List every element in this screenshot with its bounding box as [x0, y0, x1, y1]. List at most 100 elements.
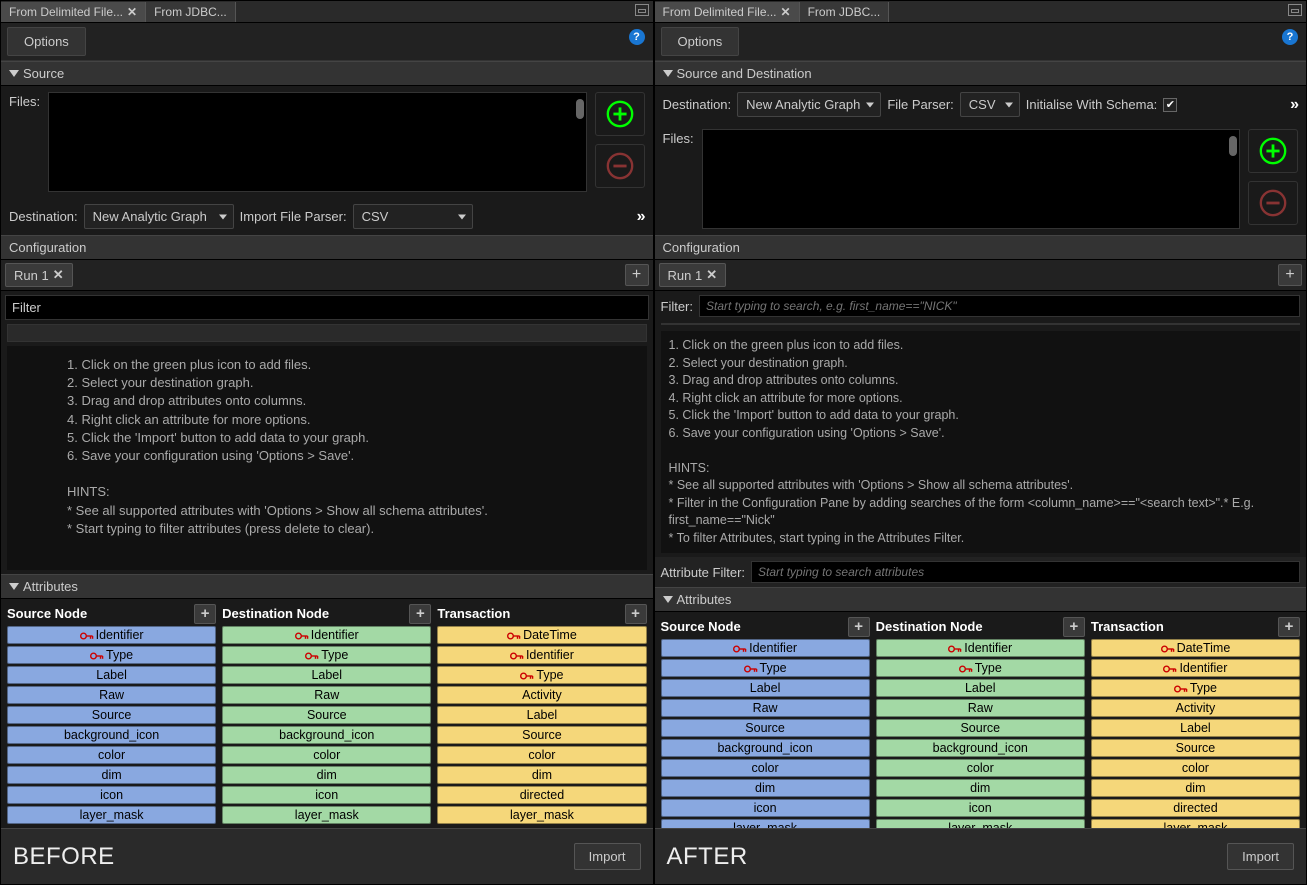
attribute-pill[interactable]: dim [7, 766, 216, 784]
attribute-pill[interactable]: Activity [437, 686, 646, 704]
filter-body[interactable] [7, 324, 647, 342]
attribute-filter-input[interactable] [751, 561, 1300, 583]
restore-window-icon[interactable] [635, 4, 649, 16]
attribute-pill[interactable]: dim [437, 766, 646, 784]
add-file-button[interactable] [1248, 129, 1298, 173]
attribute-pill[interactable]: Type [437, 666, 646, 684]
attribute-pill[interactable]: Label [661, 679, 870, 697]
close-icon[interactable]: ✕ [127, 5, 137, 19]
tab-jdbc[interactable]: From JDBC... [800, 2, 890, 22]
add-attribute-button[interactable]: + [409, 604, 431, 624]
attribute-pill[interactable]: Identifier [1091, 659, 1300, 677]
configuration-header[interactable]: Configuration [655, 235, 1307, 260]
attribute-pill[interactable]: color [7, 746, 216, 764]
attribute-pill[interactable]: layer_mask [1091, 819, 1300, 828]
attribute-pill[interactable]: DateTime [437, 626, 646, 644]
add-attribute-button[interactable]: + [1278, 617, 1300, 637]
attribute-pill[interactable]: Type [222, 646, 431, 664]
attribute-pill[interactable]: background_icon [661, 739, 870, 757]
add-file-button[interactable] [595, 92, 645, 136]
attribute-pill[interactable]: Source [437, 726, 646, 744]
expand-icon[interactable]: » [1290, 96, 1296, 114]
attributes-header[interactable]: Attributes [655, 587, 1307, 612]
attribute-pill[interactable]: Label [437, 706, 646, 724]
scroll-thumb[interactable] [576, 99, 584, 119]
tab-delimited[interactable]: From Delimited File...✕ [1, 2, 146, 22]
add-attribute-button[interactable]: + [194, 604, 216, 624]
filter-body[interactable] [661, 323, 1301, 325]
attribute-pill[interactable]: dim [1091, 779, 1300, 797]
expand-icon[interactable]: » [637, 208, 643, 226]
attribute-pill[interactable]: Label [1091, 719, 1300, 737]
attribute-pill[interactable]: Raw [7, 686, 216, 704]
attribute-pill[interactable]: Raw [661, 699, 870, 717]
attribute-pill[interactable]: icon [876, 799, 1085, 817]
files-list[interactable] [48, 92, 586, 192]
attribute-pill[interactable]: Raw [222, 686, 431, 704]
attribute-pill[interactable]: Source [661, 719, 870, 737]
tab-delimited[interactable]: From Delimited File...✕ [655, 2, 800, 22]
attribute-pill[interactable]: Type [7, 646, 216, 664]
add-attribute-button[interactable]: + [625, 604, 647, 624]
filter-input[interactable] [699, 295, 1300, 317]
attribute-pill[interactable]: Source [876, 719, 1085, 737]
files-list[interactable] [702, 129, 1240, 229]
attribute-pill[interactable]: background_icon [222, 726, 431, 744]
add-attribute-button[interactable]: + [1063, 617, 1085, 637]
attribute-pill[interactable]: Identifier [437, 646, 646, 664]
attribute-pill[interactable]: Type [876, 659, 1085, 677]
attribute-pill[interactable]: Source [222, 706, 431, 724]
attribute-pill[interactable]: Identifier [876, 639, 1085, 657]
attribute-pill[interactable]: DateTime [1091, 639, 1300, 657]
attribute-pill[interactable]: color [1091, 759, 1300, 777]
parser-combo[interactable]: CSV [353, 204, 473, 229]
attribute-pill[interactable]: icon [7, 786, 216, 804]
configuration-header[interactable]: Configuration [1, 235, 653, 260]
close-icon[interactable]: ✕ [53, 267, 64, 283]
import-button[interactable]: Import [574, 843, 641, 870]
attribute-pill[interactable]: directed [437, 786, 646, 804]
source-header[interactable]: Source [1, 61, 653, 86]
tab-jdbc[interactable]: From JDBC... [146, 2, 236, 22]
close-icon[interactable]: ✕ [706, 267, 717, 283]
attribute-pill[interactable]: icon [222, 786, 431, 804]
attribute-pill[interactable]: Label [222, 666, 431, 684]
attribute-pill[interactable]: layer_mask [437, 806, 646, 824]
add-run-button[interactable]: + [1278, 264, 1302, 286]
attribute-pill[interactable]: dim [661, 779, 870, 797]
attribute-pill[interactable]: Source [7, 706, 216, 724]
source-dest-header[interactable]: Source and Destination [655, 61, 1307, 86]
attribute-pill[interactable]: Activity [1091, 699, 1300, 717]
attribute-pill[interactable]: layer_mask [661, 819, 870, 828]
attribute-pill[interactable]: layer_mask [222, 806, 431, 824]
attribute-pill[interactable]: color [222, 746, 431, 764]
attribute-pill[interactable]: Type [661, 659, 870, 677]
init-schema-checkbox[interactable]: ✔ [1163, 98, 1177, 112]
attribute-pill[interactable]: dim [222, 766, 431, 784]
run-tab[interactable]: Run 1✕ [5, 263, 73, 287]
options-button[interactable]: Options [7, 27, 86, 56]
attribute-pill[interactable]: Identifier [222, 626, 431, 644]
attribute-pill[interactable]: layer_mask [876, 819, 1085, 828]
filter-header-cell[interactable]: Filter [5, 295, 649, 320]
parser-combo[interactable]: CSV [960, 92, 1020, 117]
scroll-thumb[interactable] [1229, 136, 1237, 156]
attribute-pill[interactable]: icon [661, 799, 870, 817]
attribute-pill[interactable]: Source [1091, 739, 1300, 757]
attribute-pill[interactable]: Type [1091, 679, 1300, 697]
attribute-pill[interactable]: background_icon [7, 726, 216, 744]
restore-window-icon[interactable] [1288, 4, 1302, 16]
attribute-pill[interactable]: layer_mask [7, 806, 216, 824]
attribute-pill[interactable]: dim [876, 779, 1085, 797]
add-attribute-button[interactable]: + [848, 617, 870, 637]
attribute-pill[interactable]: background_icon [876, 739, 1085, 757]
attribute-pill[interactable]: Raw [876, 699, 1085, 717]
import-button[interactable]: Import [1227, 843, 1294, 870]
attribute-pill[interactable]: color [876, 759, 1085, 777]
attribute-pill[interactable]: color [661, 759, 870, 777]
attribute-pill[interactable]: Identifier [661, 639, 870, 657]
destination-combo[interactable]: New Analytic Graph [84, 204, 234, 229]
help-icon[interactable]: ? [1282, 29, 1298, 45]
attribute-pill[interactable]: Label [876, 679, 1085, 697]
attribute-pill[interactable]: directed [1091, 799, 1300, 817]
